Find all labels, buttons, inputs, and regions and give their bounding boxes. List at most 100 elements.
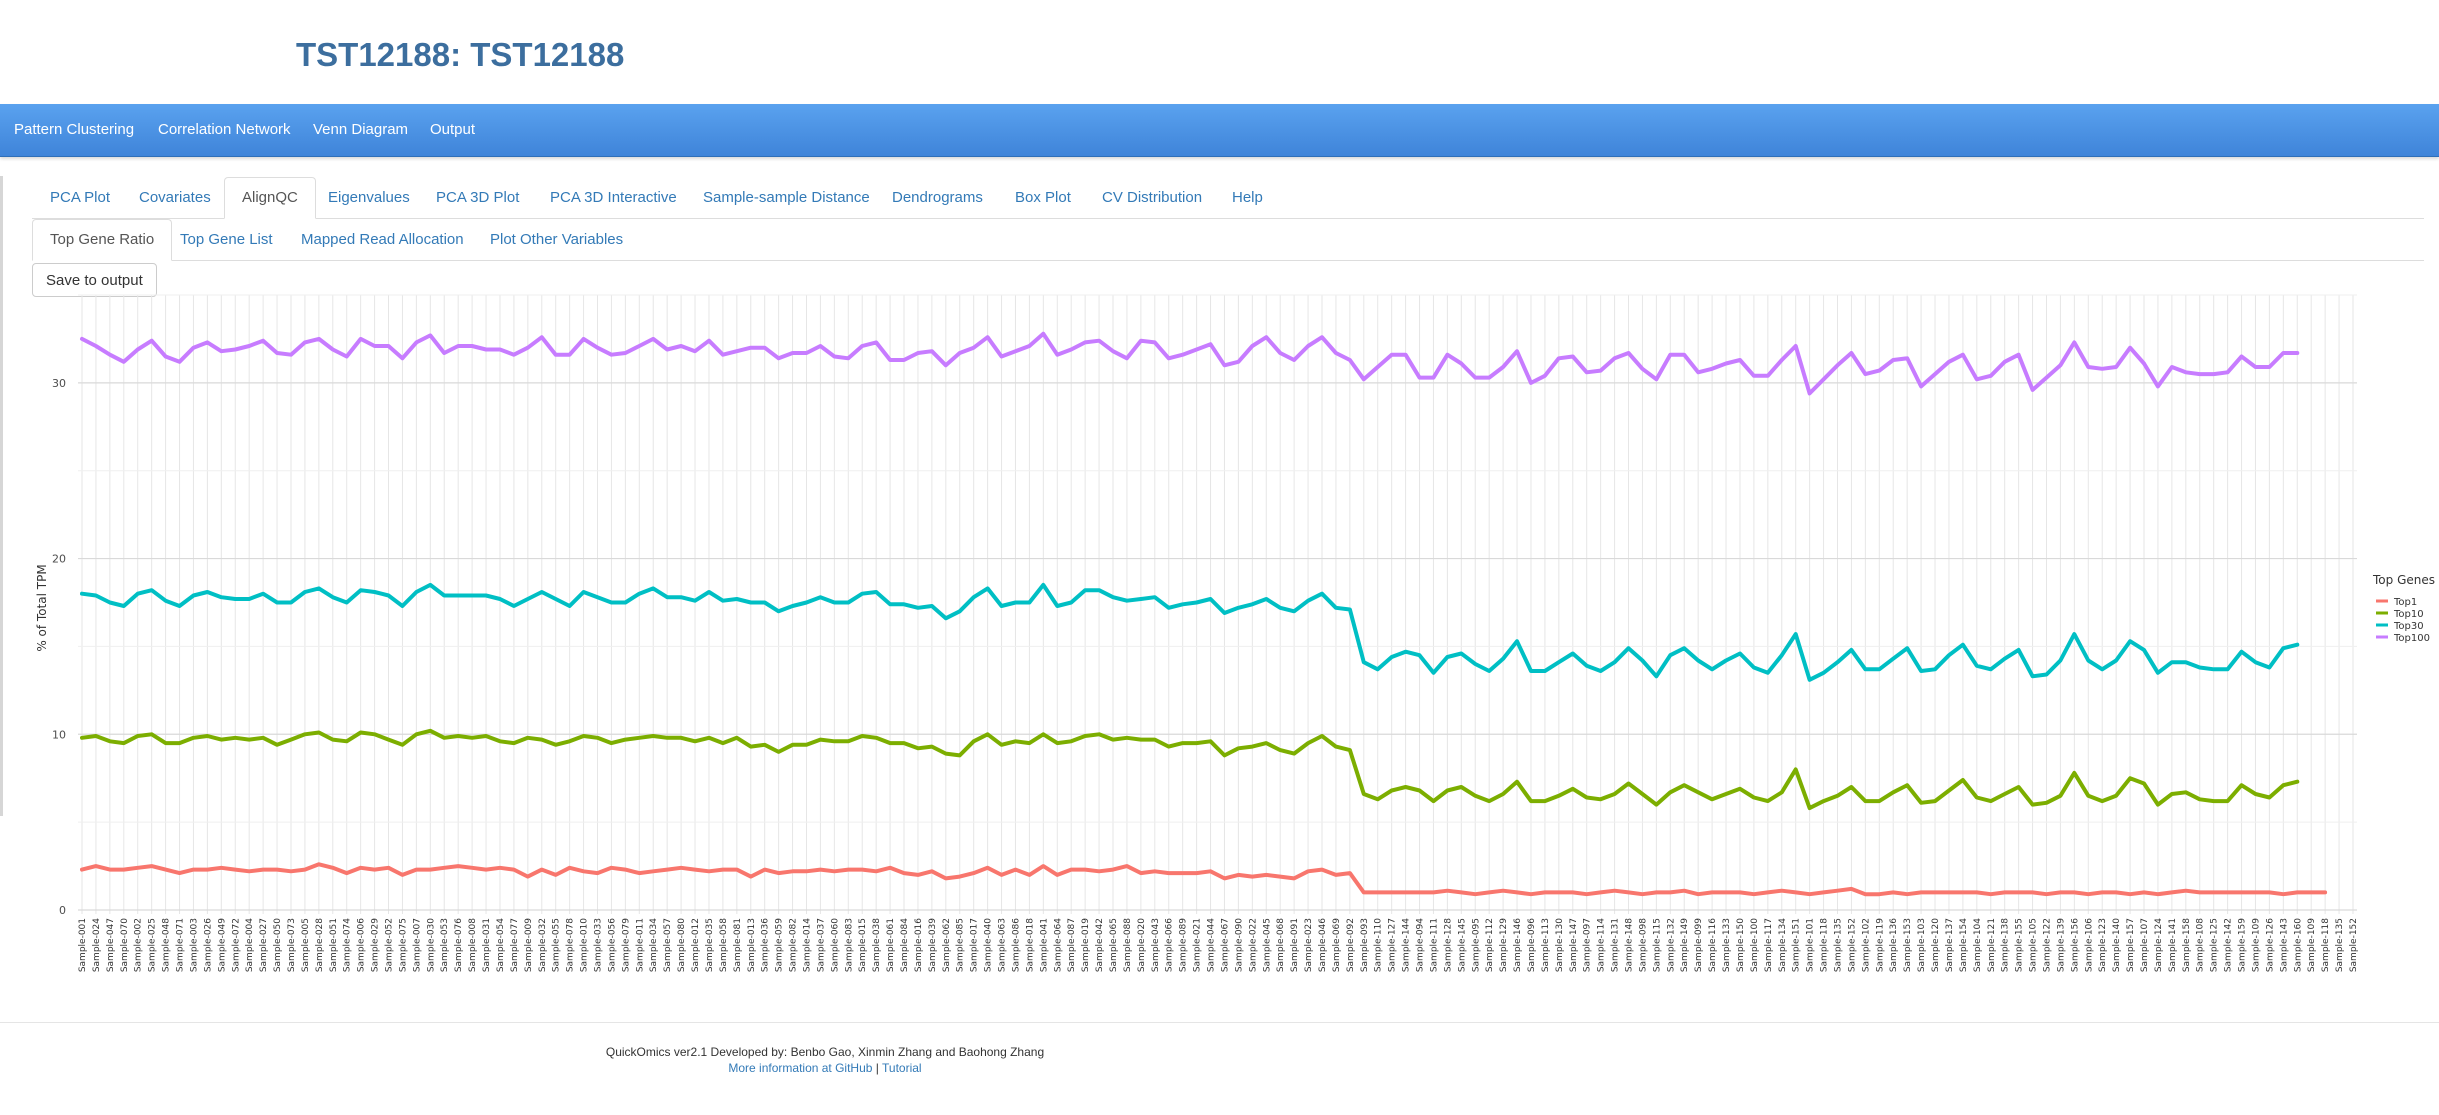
x-tick-label: Sample-030 [426, 918, 436, 972]
series-line-top100 [80, 331, 2300, 396]
series-line-top10 [80, 728, 2300, 811]
x-tick-label: Sample-012 [691, 918, 701, 972]
x-tick-label: Sample-159 [2238, 918, 2248, 972]
tab-alignqc[interactable]: AlignQC [224, 177, 316, 219]
x-tick-label: Sample-133 [1722, 918, 1732, 972]
x-tick-label: Sample-019 [1081, 918, 1091, 972]
x-tick-label: Sample-109 [2251, 918, 2261, 972]
x-tick-label: Sample-088 [1123, 918, 1133, 972]
y-axis-label: % of Total TPM [35, 564, 49, 651]
x-tick-label: Sample-144 [1402, 918, 1412, 972]
tab-box-plot[interactable]: Box Plot [997, 177, 1089, 219]
tab-covariates[interactable]: Covariates [121, 177, 229, 219]
x-tick-label: Sample-052 [385, 918, 395, 972]
footer-divider [0, 1022, 2439, 1023]
x-tick-label: Sample-069 [1332, 918, 1342, 972]
tab-cv-distribution[interactable]: CV Distribution [1084, 177, 1220, 219]
x-tick-label: Sample-152 [1847, 918, 1857, 972]
x-tick-label: Sample-115 [1652, 918, 1662, 972]
x-tick-label: Sample-011 [635, 918, 645, 972]
x-tick-label: Sample-113 [1541, 918, 1551, 972]
x-tick-label: Sample-056 [607, 918, 617, 972]
x-tick-label: Sample-122 [2042, 918, 2052, 972]
x-tick-label: Sample-049 [217, 918, 227, 972]
x-tick-label: Sample-102 [1861, 918, 1871, 972]
y-tick-label: 0 [59, 904, 66, 917]
tab-pca-3d-plot[interactable]: PCA 3D Plot [418, 177, 537, 219]
tab-pca-plot[interactable]: PCA Plot [32, 177, 128, 219]
x-tick-label: Sample-058 [719, 918, 729, 972]
x-tick-label: Sample-138 [2001, 918, 2011, 972]
x-tick-label: Sample-059 [775, 918, 785, 972]
x-tick-label: Sample-105 [2029, 918, 2039, 972]
x-tick-label: Sample-032 [538, 918, 548, 972]
x-tick-label: Sample-154 [1959, 918, 1969, 972]
x-tick-label: Sample-039 [928, 918, 938, 972]
tab-sample-sample-distance[interactable]: Sample-sample Distance [685, 177, 888, 219]
x-tick-label: Sample-008 [468, 918, 478, 972]
x-tick-label: Sample-079 [621, 918, 631, 972]
x-tick-label: Sample-087 [1067, 918, 1077, 972]
x-tick-label: Sample-121 [1987, 918, 1997, 972]
subtab-plot-other-variables[interactable]: Plot Other Variables [472, 219, 641, 261]
x-tick-label: Sample-031 [482, 918, 492, 972]
tab-dendrograms[interactable]: Dendrograms [874, 177, 1001, 219]
x-tick-label: Sample-090 [1234, 918, 1244, 972]
x-tick-label: Sample-041 [1039, 918, 1049, 972]
chart-legend: Top Genes Top1Top10Top30Top100 [2372, 573, 2435, 644]
x-tick-label: Sample-137 [1945, 918, 1955, 972]
subtab-top-gene-list[interactable]: Top Gene List [162, 219, 291, 261]
x-tick-label: Sample-151 [1792, 918, 1802, 972]
y-tick-label: 30 [52, 377, 66, 390]
tutorial-link[interactable]: Tutorial [882, 1061, 922, 1075]
nav-correlation-network[interactable]: Correlation Network [158, 104, 291, 156]
x-tick-label: Sample-044 [1207, 918, 1217, 972]
x-tick-label: Sample-062 [942, 918, 952, 972]
tab-help[interactable]: Help [1214, 177, 1281, 219]
tab-eigenvalues[interactable]: Eigenvalues [310, 177, 428, 219]
x-tick-label: Sample-016 [914, 918, 924, 972]
x-tick-label: Sample-046 [1318, 918, 1328, 972]
x-tick-label: Sample-072 [231, 918, 241, 972]
tab-pca-3d-interactive[interactable]: PCA 3D Interactive [532, 177, 695, 219]
github-link[interactable]: More information at GitHub [728, 1061, 872, 1075]
top-navbar: Pattern Clustering Correlation Network V… [0, 104, 2439, 157]
x-tick-label: Sample-140 [2112, 918, 2122, 972]
x-tick-label: Sample-057 [663, 918, 673, 972]
x-tick-label: Sample-118 [2321, 918, 2331, 972]
x-tick-label: Sample-023 [1304, 918, 1314, 972]
x-tick-label: Sample-139 [2056, 918, 2066, 972]
x-tick-label: Sample-124 [2154, 918, 2164, 972]
x-tick-label: Sample-017 [970, 918, 980, 972]
sub-tabs: Top Gene Ratio Top Gene List Mapped Read… [32, 218, 2424, 261]
x-tick-label: Sample-130 [1555, 918, 1565, 972]
nav-output[interactable]: Output [430, 104, 475, 156]
x-tick-label: Sample-013 [747, 918, 757, 972]
x-tick-label: Sample-035 [705, 918, 715, 972]
nav-venn-diagram[interactable]: Venn Diagram [313, 104, 408, 156]
x-tick-label: Sample-153 [1903, 918, 1913, 972]
x-tick-label: Sample-004 [245, 918, 255, 972]
x-tick-label: Sample-018 [1025, 918, 1035, 972]
footer: QuickOmics ver2.1 Developed by: Benbo Ga… [0, 1044, 1650, 1076]
x-tick-label: Sample-112 [1485, 918, 1495, 972]
subtab-top-gene-ratio[interactable]: Top Gene Ratio [32, 219, 173, 261]
x-tick-label: Sample-109 [2307, 918, 2317, 972]
x-tick-label: Sample-060 [830, 918, 840, 972]
x-tick-label: Sample-024 [92, 918, 102, 972]
x-tick-label: Sample-075 [398, 918, 408, 972]
x-tick-label: Sample-014 [802, 918, 812, 972]
nav-pattern-clustering[interactable]: Pattern Clustering [14, 104, 134, 156]
x-tick-label: Sample-042 [1095, 918, 1105, 972]
x-tick-label: Sample-156 [2070, 918, 2080, 972]
x-tick-label: Sample-028 [315, 918, 325, 972]
x-tick-label: Sample-036 [761, 918, 771, 972]
x-tick-label: Sample-001 [78, 918, 88, 972]
x-tick-label: Sample-063 [998, 918, 1008, 972]
x-tick-label: Sample-067 [1220, 918, 1230, 972]
subtab-mapped-read-allocation[interactable]: Mapped Read Allocation [283, 219, 482, 261]
x-tick-label: Sample-092 [1346, 918, 1356, 972]
x-tick-label: Sample-135 [1833, 918, 1843, 972]
x-tick-label: Sample-106 [2084, 918, 2094, 972]
x-tick-label: Sample-010 [580, 918, 590, 972]
